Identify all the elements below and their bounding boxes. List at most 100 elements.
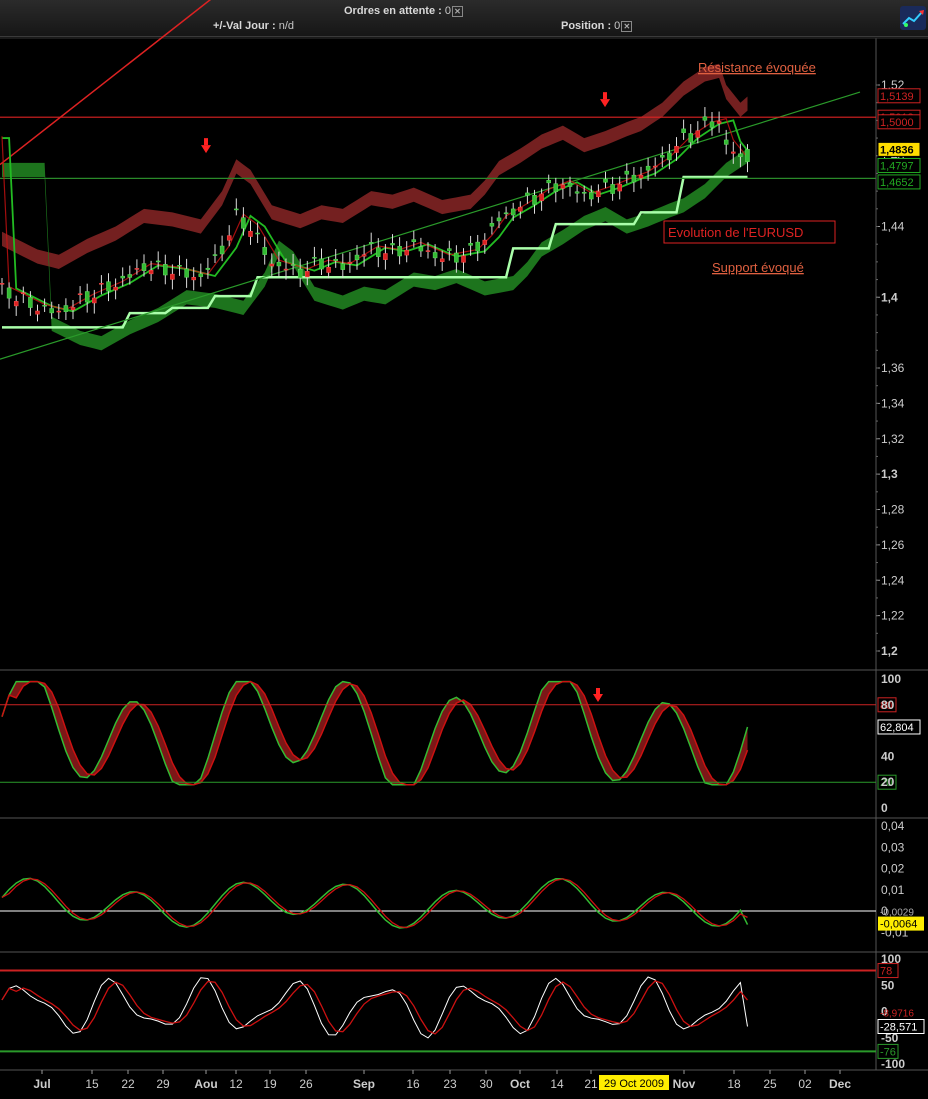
candle-body — [297, 268, 303, 279]
candle-body — [42, 304, 47, 307]
candle-body — [219, 245, 225, 255]
candle-body — [539, 193, 544, 202]
candle-body — [170, 273, 175, 280]
candle-body — [688, 133, 693, 143]
price-label: 1,4652 — [880, 177, 914, 189]
candle-body — [532, 194, 537, 205]
candle-body — [120, 275, 125, 279]
candle-body — [603, 178, 608, 183]
candle-body — [617, 183, 622, 192]
x-tick-label: 19 — [263, 1077, 277, 1091]
candle-body — [113, 286, 118, 291]
candle-body — [361, 254, 367, 257]
x-tick-label: 16 — [406, 1077, 420, 1091]
candle-body — [418, 246, 424, 252]
candle-body — [262, 247, 267, 255]
price-label: 1,5139 — [880, 91, 914, 103]
x-tick-label: 23 — [443, 1077, 457, 1091]
candle-body — [283, 268, 289, 271]
x-tick-label: 12 — [229, 1077, 243, 1091]
stochastic-tick-label: 100 — [881, 672, 901, 686]
candle-body — [163, 264, 168, 276]
candle-body — [454, 252, 459, 263]
candle-body — [503, 212, 509, 215]
candle-body — [560, 184, 566, 189]
candle-body — [383, 253, 388, 260]
y-tick-label: 1,44 — [881, 220, 905, 234]
candle-body — [610, 184, 615, 194]
momentum-tick-label: 0,01 — [881, 883, 905, 897]
chart-area[interactable]: Résistance évoquée Evolution de l'EURUSD S… — [0, 0, 928, 1099]
annotation-support: Support évoqué — [712, 260, 804, 275]
stochastic-tick-label: 40 — [881, 749, 895, 763]
candle-body — [21, 292, 26, 295]
candle-body — [198, 273, 204, 277]
williams-line — [1, 976, 748, 1039]
down-arrow-icon — [204, 138, 208, 146]
candle-body — [191, 277, 196, 281]
down-arrow-icon — [593, 694, 603, 702]
candle-body — [496, 217, 502, 222]
x-tick-label: Oct — [510, 1077, 530, 1091]
candle-body — [681, 128, 686, 133]
candle-body — [276, 261, 282, 267]
x-tick-label: 14 — [550, 1077, 564, 1091]
x-tick-label: 21 — [584, 1077, 598, 1091]
candle-body — [305, 271, 310, 278]
candle-body — [397, 246, 402, 257]
x-tick-label: Nov — [673, 1077, 696, 1091]
candle-body — [546, 180, 551, 184]
candle-body — [596, 191, 601, 198]
candle-body — [141, 263, 147, 271]
candle-body — [77, 293, 83, 295]
candle-body — [84, 291, 90, 303]
candle-body — [63, 305, 69, 312]
y-tick-label: 1,28 — [881, 503, 905, 517]
williams-signal-line — [1, 980, 748, 1035]
candle-body — [709, 121, 715, 128]
level-label: 78 — [880, 966, 892, 978]
x-tick-label: Sep — [353, 1077, 375, 1091]
momentum-prev-value: -0,0029 — [880, 908, 914, 919]
price-label: 1,5000 — [880, 117, 914, 129]
candle-body — [589, 192, 594, 200]
williams-tick-label: 100 — [881, 952, 901, 966]
momentum-last-value: -0,0064 — [880, 919, 917, 931]
candle-body — [333, 258, 338, 261]
x-tick-label: 02 — [798, 1077, 812, 1091]
candle-body — [106, 281, 111, 292]
candle-body — [28, 297, 33, 308]
williams-tick-label: -100 — [881, 1057, 905, 1071]
x-tick-label: Dec — [829, 1077, 851, 1091]
candle-body — [447, 248, 452, 251]
x-tick-label: 30 — [479, 1077, 493, 1091]
candle-body — [92, 297, 97, 304]
stochastic-tick-label: 20 — [881, 775, 895, 789]
candle-body — [432, 252, 438, 259]
candle-body — [624, 170, 630, 175]
candle-body — [518, 206, 523, 212]
candle-body — [326, 266, 331, 273]
candle-body — [319, 258, 324, 270]
candle-body — [35, 310, 40, 315]
moving-average-red — [1, 117, 748, 311]
candle-body — [312, 257, 317, 259]
candle-body — [148, 269, 154, 275]
williams-last-value: -28,571 — [880, 1021, 917, 1033]
williams-tick-label: 50 — [881, 978, 895, 992]
x-tick-label: 26 — [299, 1077, 313, 1091]
cursor-date-label: 29 Oct 2009 — [604, 1078, 664, 1090]
stochastic-tick-label: 80 — [881, 698, 895, 712]
y-tick-label: 1,4 — [881, 290, 898, 304]
candle-body — [461, 255, 466, 263]
x-tick-label: 22 — [121, 1077, 135, 1091]
candle-body — [390, 243, 395, 246]
candle-body — [177, 265, 182, 267]
y-tick-label: 1,26 — [881, 538, 905, 552]
candle-body — [411, 239, 417, 243]
candle-body — [489, 223, 495, 227]
candle-body — [6, 287, 12, 299]
candle-body — [0, 283, 5, 285]
x-tick-label: 15 — [85, 1077, 99, 1091]
momentum-tick-label: 0,02 — [881, 862, 905, 876]
